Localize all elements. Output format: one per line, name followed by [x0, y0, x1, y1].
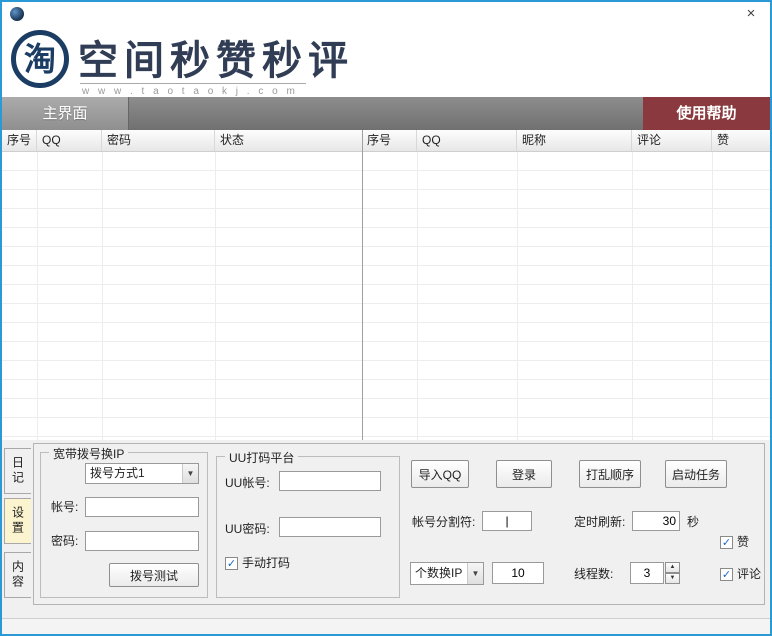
ip-mode-select[interactable]: 个数换IP ▼ [410, 562, 484, 585]
brand-logo-icon: 淘 [11, 30, 69, 88]
ip-count-input[interactable] [492, 562, 544, 584]
uu-group-title: UU打码平台 [225, 449, 299, 466]
brand-header: 淘 空间秒赞秒评 w w w . t a o t a o k j . c o m [2, 26, 770, 97]
import-qq-button[interactable]: 导入QQ [411, 460, 469, 488]
app-title: 空间秒赞秒评 [78, 37, 354, 84]
refresh-unit: 秒 [687, 515, 700, 529]
app-logo-icon [10, 7, 24, 21]
grid-line [712, 152, 713, 440]
grid-line [37, 152, 38, 440]
like-checkbox-label: 赞 [737, 535, 750, 549]
close-icon[interactable]: × [742, 5, 760, 23]
dial-mode-select[interactable]: 拨号方式1 ▼ [85, 463, 199, 484]
title-bar: × [2, 2, 770, 26]
right-header-index[interactable]: 序号 [362, 130, 417, 151]
dial-password-label: 密码: [51, 534, 79, 548]
separator-input[interactable] [482, 511, 532, 531]
tab-main-interface[interactable]: 主界面 [2, 97, 129, 130]
right-header-comment[interactable]: 评论 [632, 130, 712, 151]
uu-account-label: UU帐号: [225, 476, 270, 490]
threads-stepper: ▲ ▼ [665, 562, 680, 584]
right-header-nickname[interactable]: 昵称 [517, 130, 632, 151]
shuffle-button[interactable]: 打乱顺序 [579, 460, 641, 488]
grid-line [215, 152, 216, 440]
threads-label: 线程数: [574, 567, 614, 581]
uu-password-label: UU密码: [225, 522, 270, 536]
left-table-header: 序号 QQ 密码 状态 [2, 130, 362, 152]
help-button[interactable]: 使用帮助 [643, 97, 770, 130]
stepper-down-icon[interactable]: ▼ [665, 573, 680, 584]
table-divider [362, 130, 363, 440]
bottom-area: 日记 设置 内容 宽带拨号换IP 拨号方式1 ▼ 帐号: 密码: 拨号测试 UU… [2, 440, 770, 618]
start-task-button[interactable]: 启动任务 [665, 460, 727, 488]
side-tab-diary[interactable]: 日记 [4, 448, 31, 494]
dial-account-label: 帐号: [51, 500, 79, 514]
side-tab-content[interactable]: 内容 [4, 552, 31, 598]
dial-group: 宽带拨号换IP 拨号方式1 ▼ 帐号: 密码: 拨号测试 [40, 445, 208, 598]
refresh-input[interactable] [632, 511, 680, 531]
right-header-like[interactable]: 赞 [712, 130, 770, 151]
dial-account-input[interactable] [85, 497, 199, 517]
status-bar [2, 618, 770, 634]
chevron-down-icon: ▼ [182, 464, 198, 483]
grid-line [102, 152, 103, 440]
settings-panel: 宽带拨号换IP 拨号方式1 ▼ 帐号: 密码: 拨号测试 UU打码平台 UU帐号… [33, 443, 765, 605]
threads-input[interactable] [630, 562, 664, 584]
qq-account-list [2, 152, 362, 440]
side-tab-settings[interactable]: 设置 [4, 498, 31, 544]
left-header-status[interactable]: 状态 [215, 130, 362, 151]
brand-divider [80, 83, 306, 84]
manual-captcha-label: 手动打码 [242, 556, 291, 570]
left-header-qq[interactable]: QQ [37, 130, 102, 151]
right-table-header: 序号 QQ 昵称 评论 赞 [362, 130, 770, 152]
grid-line [517, 152, 518, 440]
separator-label: 帐号分割符: [412, 515, 476, 529]
stepper-up-icon[interactable]: ▲ [665, 562, 680, 573]
dial-password-input[interactable] [85, 531, 199, 551]
left-header-index[interactable]: 序号 [2, 130, 37, 151]
chevron-down-icon: ▼ [467, 563, 483, 584]
grid-line [417, 152, 418, 440]
manual-captcha-checkbox[interactable]: ✓ [225, 557, 238, 570]
dial-test-button[interactable]: 拨号测试 [109, 563, 199, 587]
refresh-label: 定时刷新: [574, 515, 626, 529]
app-window: × 淘 空间秒赞秒评 w w w . t a o t a o k j . c o… [0, 0, 772, 636]
uu-group: UU打码平台 UU帐号: UU密码: ✓ 手动打码 [216, 449, 400, 598]
uu-password-input[interactable] [279, 517, 381, 537]
comment-checkbox[interactable]: ✓ [720, 568, 733, 581]
dial-group-title: 宽带拨号换IP [49, 445, 129, 462]
right-header-qq[interactable]: QQ [417, 130, 517, 151]
login-button[interactable]: 登录 [496, 460, 552, 488]
like-checkbox[interactable]: ✓ [720, 536, 733, 549]
grid-line [632, 152, 633, 440]
main-tabbar: 主界面 使用帮助 [2, 97, 770, 130]
brand-logo-char: 淘 [23, 40, 56, 78]
task-result-list [362, 152, 770, 440]
comment-checkbox-label: 评论 [737, 567, 762, 581]
brand-url: w w w . t a o t a o k j . c o m [82, 86, 298, 97]
uu-account-input[interactable] [279, 471, 381, 491]
left-header-password[interactable]: 密码 [102, 130, 215, 151]
